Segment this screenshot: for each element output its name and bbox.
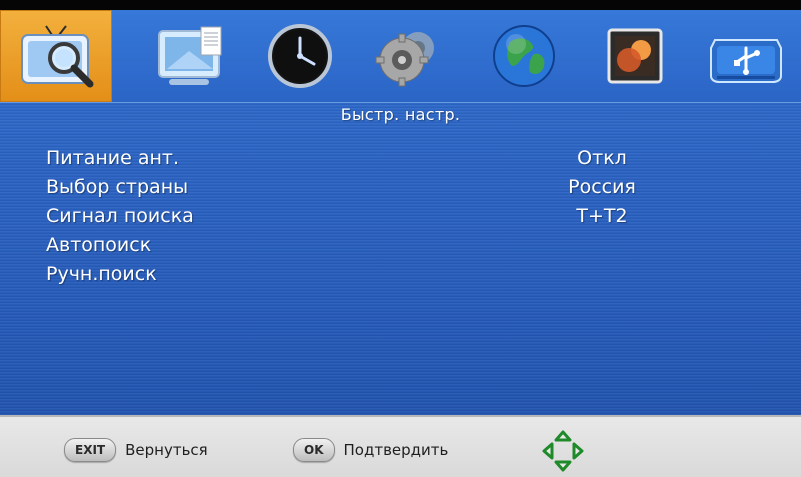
menu-row-manual-search[interactable]: Ручн.поиск [46, 259, 746, 288]
menu-value-country: Россия [568, 175, 636, 198]
exit-label: Вернуться [125, 441, 208, 459]
menu-row-search-signal[interactable]: Сигнал поиска T+T2 [46, 201, 746, 230]
menu-row-antenna-power[interactable]: Питание ант. Откл [46, 143, 746, 172]
tv-menu-screen: Быстр. настр. Питание ант. Откл Выбор ст… [0, 0, 801, 477]
footer-hints: EXIT Вернуться OK Подтвердить [0, 415, 801, 477]
tab-bar [0, 10, 801, 103]
menu-label-country: Выбор страны [46, 175, 189, 198]
tab-usb[interactable] [690, 10, 801, 102]
usb-icon [710, 39, 782, 83]
exit-key[interactable]: EXIT [64, 438, 117, 462]
tab-settings[interactable] [354, 10, 466, 102]
tab-clock[interactable] [244, 10, 356, 102]
menu-label-antenna-power: Питание ант. [46, 146, 180, 169]
search-tv-icon [21, 25, 94, 88]
quick-setup-menu: Питание ант. Откл Выбор страны Россия Си… [46, 143, 746, 288]
navigation-arrows-icon [541, 429, 585, 477]
section-title: Быстр. настр. [340, 105, 461, 124]
menu-label-search-signal: Сигнал поиска [46, 204, 194, 227]
menu-value-antenna-power: Откл [577, 146, 627, 169]
hint-ok[interactable]: OK Подтвердить [293, 438, 448, 462]
ok-key[interactable]: OK [293, 438, 335, 462]
menu-row-auto-search[interactable]: Автопоиск [46, 230, 746, 259]
ok-label: Подтвердить [343, 441, 449, 459]
tab-photo[interactable] [578, 10, 690, 102]
screen-top-border [0, 0, 801, 10]
globe-icon [493, 25, 555, 87]
hint-exit[interactable]: EXIT Вернуться [64, 438, 208, 462]
tab-globe[interactable] [468, 10, 580, 102]
photo-icon [607, 28, 663, 84]
clock-icon [268, 24, 332, 88]
tab-search-tv[interactable] [0, 10, 112, 102]
menu-label-manual-search: Ручн.поиск [46, 262, 157, 285]
menu-value-search-signal: T+T2 [576, 204, 628, 227]
settings-gear-icon [375, 32, 434, 87]
menu-row-country[interactable]: Выбор страны Россия [46, 172, 746, 201]
menu-label-auto-search: Автопоиск [46, 233, 152, 256]
tab-picture[interactable] [134, 10, 246, 102]
picture-icon [158, 26, 222, 85]
